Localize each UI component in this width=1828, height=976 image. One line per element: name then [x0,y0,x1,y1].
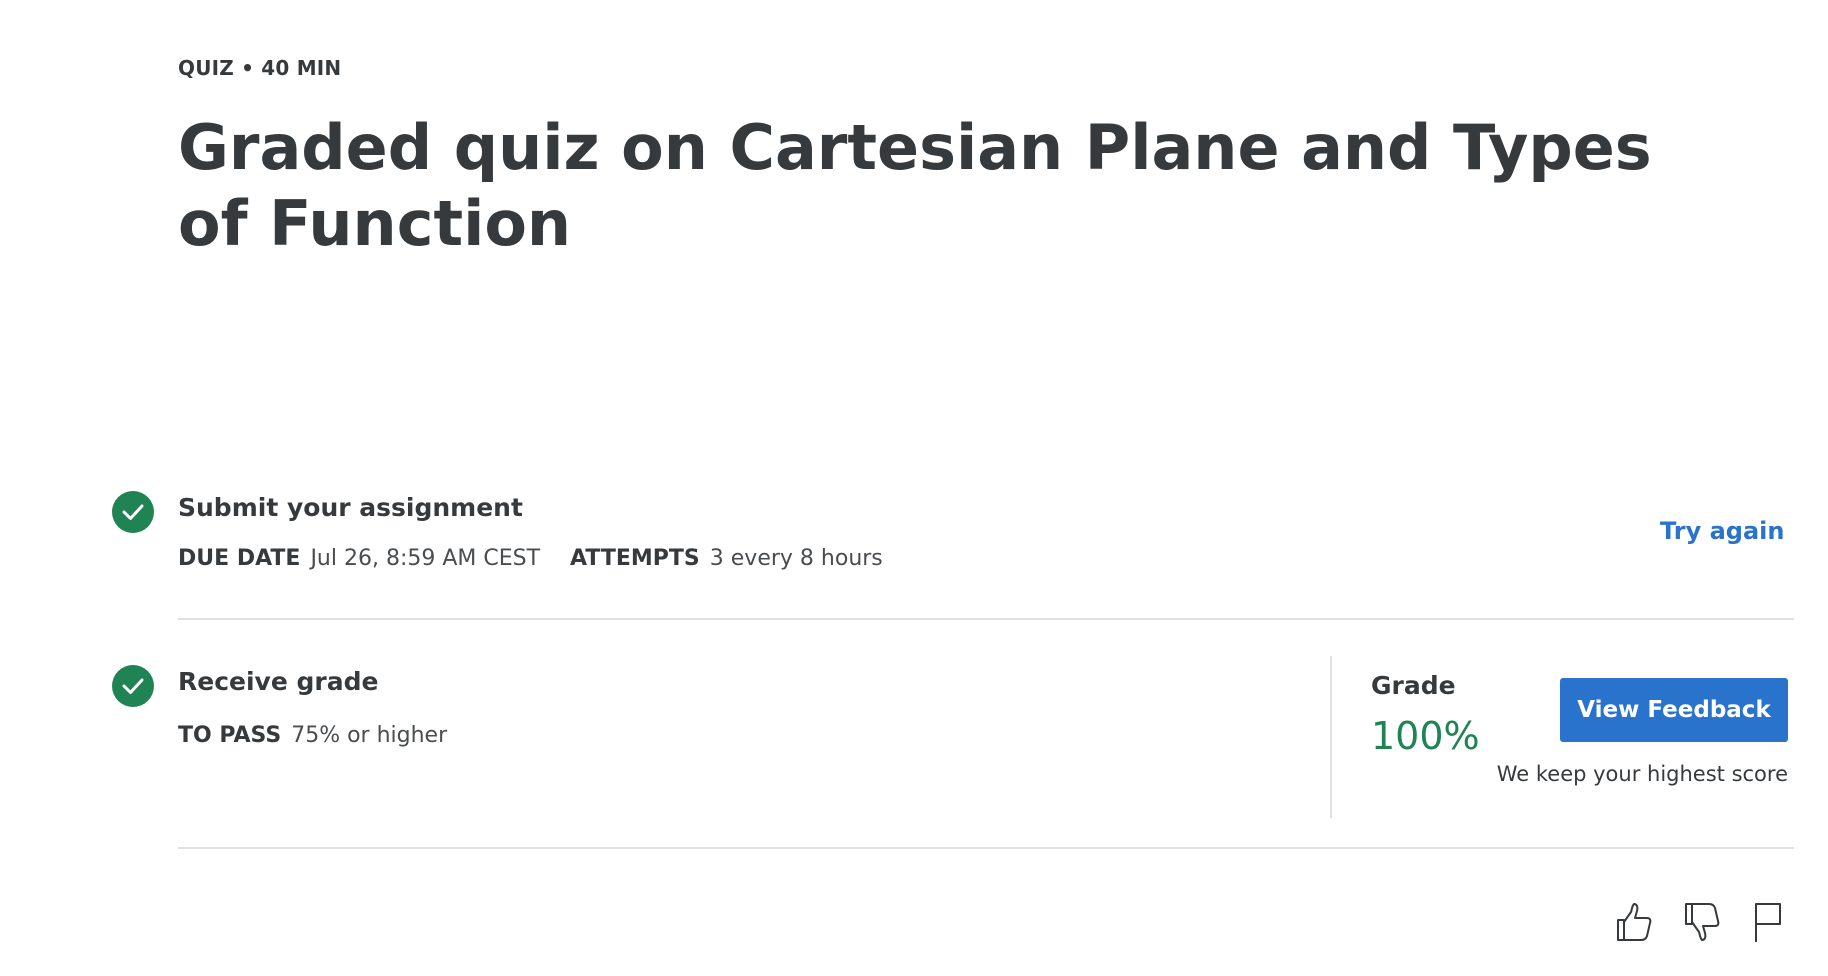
due-date-label: DUE DATE [178,546,301,571]
thumbs-up-icon[interactable] [1614,900,1654,944]
page-title: Graded quiz on Cartesian Plane and Types… [178,111,1652,260]
section-divider [178,847,1794,849]
to-pass-value: 75% or higher [291,723,448,748]
due-date-value: Jul 26, 8:59 AM CEST [310,546,541,571]
quiz-meta-eyebrow: QUIZ • 40 MIN [178,56,342,80]
attempts-label: ATTEMPTS [570,546,700,571]
check-circle-icon [112,491,154,533]
grade-label: Grade [1371,671,1456,700]
grade-value: 100% [1371,714,1480,758]
section-divider [178,618,1794,620]
grade-step-meta: TO PASS 75% or higher [178,723,477,748]
highest-score-note: We keep your highest score [1496,762,1788,786]
to-pass-label: TO PASS [178,723,282,748]
grade-step-title: Receive grade [178,667,379,696]
check-circle-icon [112,665,154,707]
view-feedback-button[interactable]: View Feedback [1560,678,1788,742]
thumbs-down-icon[interactable] [1682,900,1722,944]
quiz-page: QUIZ • 40 MIN Graded quiz on Cartesian P… [0,0,1828,976]
submit-step-title: Submit your assignment [178,493,523,522]
flag-icon[interactable] [1750,900,1790,944]
submit-step-meta: DUE DATE Jul 26, 8:59 AM CEST ATTEMPTS 3 ev… [178,546,913,571]
try-again-link[interactable]: Try again [1660,517,1784,545]
attempts-value: 3 every 8 hours [709,546,883,571]
grade-vertical-divider [1330,656,1332,818]
